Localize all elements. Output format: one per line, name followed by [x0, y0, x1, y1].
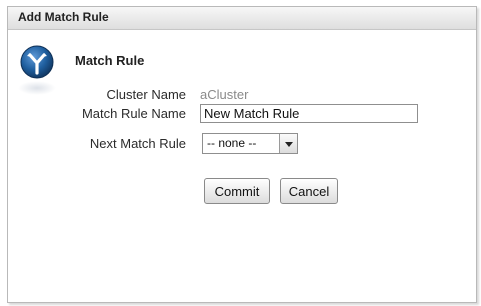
next-match-rule-selected: -- none -- [207, 136, 257, 150]
dialog-titlebar: Add Match Rule [8, 7, 476, 30]
next-match-rule-select[interactable]: -- none -- [202, 133, 298, 154]
match-rule-name-input[interactable] [200, 104, 418, 123]
cluster-name-label: Cluster Name [106, 87, 186, 102]
match-rule-icon [20, 45, 54, 79]
commit-button[interactable]: Commit [204, 178, 270, 204]
add-match-rule-dialog: Add Match Rule Match Rule Cluster Name a… [7, 6, 477, 303]
next-match-rule-label: Next Match Rule [89, 136, 186, 151]
cancel-button[interactable]: Cancel [280, 178, 338, 204]
match-rule-name-label: Match Rule Name [81, 106, 186, 121]
chevron-down-icon[interactable] [279, 134, 297, 153]
dialog-title: Add Match Rule [18, 10, 109, 24]
section-title: Match Rule [75, 53, 145, 68]
cluster-name-value: aCluster [200, 87, 249, 102]
